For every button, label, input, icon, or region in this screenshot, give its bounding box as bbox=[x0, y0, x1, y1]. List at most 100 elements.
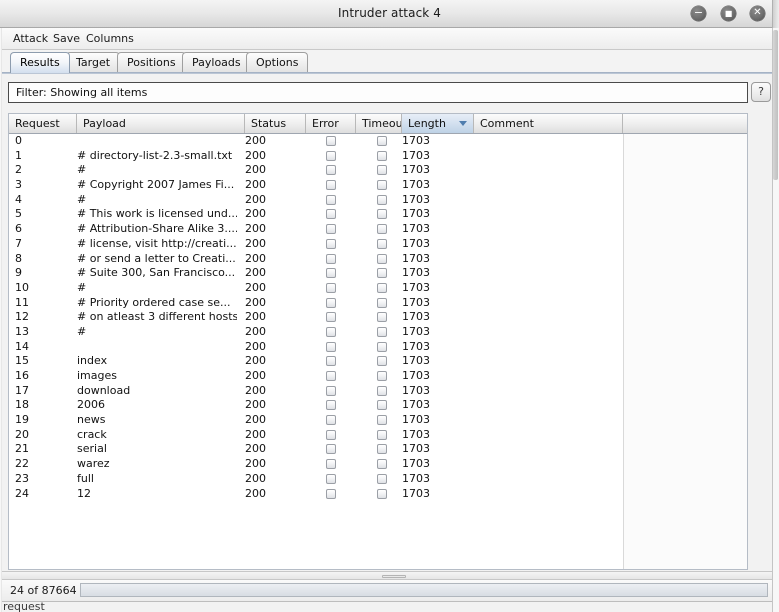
timeout-checkbox[interactable] bbox=[377, 238, 387, 249]
help-button[interactable]: ? bbox=[751, 82, 771, 102]
table-row[interactable]: 14 200 1703 bbox=[9, 339, 623, 355]
error-checkbox[interactable] bbox=[326, 356, 336, 367]
error-checkbox[interactable] bbox=[326, 238, 336, 249]
error-checkbox[interactable] bbox=[326, 371, 336, 381]
timeout-checkbox[interactable] bbox=[377, 253, 387, 264]
timeout-checkbox[interactable] bbox=[377, 415, 387, 426]
maximize-button[interactable]: ■ bbox=[721, 6, 736, 21]
error-checkbox[interactable] bbox=[326, 312, 336, 323]
table-row[interactable]: 12 # on atleast 3 different hosts 200 1703 bbox=[9, 310, 623, 325]
timeout-checkbox[interactable] bbox=[377, 371, 387, 381]
timeout-checkbox[interactable] bbox=[377, 165, 387, 176]
error-checkbox[interactable] bbox=[326, 444, 336, 455]
column-header-request[interactable]: Request bbox=[9, 114, 77, 133]
timeout-checkbox[interactable] bbox=[377, 429, 387, 440]
error-checkbox[interactable] bbox=[326, 180, 336, 191]
timeout-checkbox[interactable] bbox=[377, 268, 387, 279]
table-row[interactable]: 7 # license, visit http://creati... 200 170… bbox=[9, 236, 623, 252]
timeout-checkbox[interactable] bbox=[377, 488, 387, 499]
filter-bar[interactable]: Filter: Showing all items bbox=[8, 82, 748, 103]
table-row[interactable]: 23 full 200 1703 bbox=[9, 471, 623, 487]
minimize-button[interactable]: − bbox=[691, 6, 706, 21]
error-checkbox[interactable] bbox=[326, 326, 336, 337]
table-row[interactable]: 6 # Attribution-Share Alike 3.... 200 1703 bbox=[9, 222, 623, 237]
error-checkbox[interactable] bbox=[326, 224, 336, 235]
error-checkbox[interactable] bbox=[326, 150, 336, 161]
column-header-length[interactable]: Length bbox=[402, 114, 474, 133]
error-checkbox[interactable] bbox=[326, 253, 336, 264]
cell-comment bbox=[474, 310, 619, 325]
tab-results[interactable]: Results bbox=[10, 52, 70, 73]
table-row[interactable]: 2 #200 1703 bbox=[9, 163, 623, 179]
error-checkbox[interactable] bbox=[326, 488, 336, 499]
cell-comment bbox=[474, 296, 619, 311]
timeout-checkbox[interactable] bbox=[377, 224, 387, 235]
column-header-payload[interactable]: Payload bbox=[77, 114, 245, 133]
table-row[interactable]: 10 #200 1703 bbox=[9, 280, 623, 296]
timeout-checkbox[interactable] bbox=[377, 136, 387, 146]
table-row[interactable]: 20 crack 200 1703 bbox=[9, 427, 623, 443]
timeout-checkbox[interactable] bbox=[377, 444, 387, 455]
table-row[interactable]: 16 images 200 1703 bbox=[9, 369, 623, 384]
timeout-checkbox[interactable] bbox=[377, 282, 387, 293]
table-row[interactable]: 3 # Copyright 2007 James Fi... 200 1703 bbox=[9, 178, 623, 193]
table-row[interactable]: 8 # or send a letter to Creati... 200 1703 bbox=[9, 251, 623, 267]
error-checkbox[interactable] bbox=[326, 473, 336, 484]
error-checkbox[interactable] bbox=[326, 459, 336, 470]
tab-options[interactable]: Options bbox=[246, 52, 309, 73]
table-row[interactable]: 21 serial 200 1703 bbox=[9, 442, 623, 458]
error-checkbox[interactable] bbox=[326, 209, 336, 220]
timeout-checkbox[interactable] bbox=[377, 385, 387, 396]
timeout-checkbox[interactable] bbox=[377, 400, 387, 411]
timeout-checkbox[interactable] bbox=[377, 180, 387, 191]
timeout-checkbox[interactable] bbox=[377, 473, 387, 484]
table-row[interactable]: 11 # Priority ordered case se... 200 1703 bbox=[9, 295, 623, 311]
table-row[interactable]: 4 #200 1703 bbox=[9, 192, 623, 208]
table-row[interactable]: 1 # directory-list-2.3-small.txt 200 1703 bbox=[9, 148, 623, 164]
timeout-checkbox[interactable] bbox=[377, 297, 387, 308]
panel-splitter[interactable] bbox=[2, 571, 777, 580]
close-button[interactable]: ✕ bbox=[750, 6, 765, 21]
error-checkbox[interactable] bbox=[326, 136, 336, 146]
table-row[interactable]: 19 news 200 1703 bbox=[9, 413, 623, 428]
error-checkbox[interactable] bbox=[326, 165, 336, 176]
tab-payloads[interactable]: Payloads bbox=[182, 52, 251, 73]
table-row[interactable]: 5 # This work is licensed und... 200 1703 bbox=[9, 207, 623, 223]
error-checkbox[interactable] bbox=[326, 385, 336, 396]
error-checkbox[interactable] bbox=[326, 268, 336, 279]
menu-item-save[interactable]: Save bbox=[50, 31, 83, 47]
column-header-status[interactable]: Status bbox=[245, 114, 306, 133]
column-header-timeout[interactable]: Timeout bbox=[356, 114, 402, 133]
timeout-checkbox[interactable] bbox=[377, 341, 387, 352]
table-row[interactable]: 9 # Suite 300, San Francisco... 200 1703 bbox=[9, 266, 623, 281]
table-row[interactable]: 15 index 200 1703 bbox=[9, 354, 623, 369]
table-row[interactable]: 24 12 200 1703 bbox=[9, 486, 623, 502]
table-row[interactable]: 0 200 1703 bbox=[9, 134, 623, 149]
error-checkbox[interactable] bbox=[326, 429, 336, 440]
column-header-comment[interactable]: Comment bbox=[474, 114, 623, 133]
timeout-checkbox[interactable] bbox=[377, 459, 387, 470]
timeout-checkbox[interactable] bbox=[377, 356, 387, 367]
error-checkbox[interactable] bbox=[326, 400, 336, 411]
error-checkbox[interactable] bbox=[326, 297, 336, 308]
table-row[interactable]: 17 download 200 1703 bbox=[9, 383, 623, 399]
timeout-checkbox[interactable] bbox=[377, 209, 387, 220]
error-checkbox[interactable] bbox=[326, 415, 336, 426]
table-row[interactable]: 18 2006 200 1703 bbox=[9, 398, 623, 414]
timeout-checkbox[interactable] bbox=[377, 150, 387, 161]
outer-scrollbar-thumb[interactable] bbox=[773, 30, 778, 180]
tab-positions[interactable]: Positions bbox=[117, 52, 186, 73]
error-checkbox[interactable] bbox=[326, 341, 336, 352]
error-checkbox[interactable] bbox=[326, 282, 336, 293]
table-row[interactable]: 22 warez 200 1703 bbox=[9, 457, 623, 472]
menu-item-attack[interactable]: Attack bbox=[10, 31, 51, 47]
timeout-checkbox[interactable] bbox=[377, 326, 387, 337]
column-header-error[interactable]: Error bbox=[306, 114, 356, 133]
menu-item-columns[interactable]: Columns bbox=[83, 31, 137, 47]
error-checkbox[interactable] bbox=[326, 194, 336, 205]
timeout-checkbox[interactable] bbox=[377, 312, 387, 323]
table-row[interactable]: 13 #200 1703 bbox=[9, 324, 623, 340]
tab-target[interactable]: Target bbox=[66, 52, 121, 73]
timeout-checkbox[interactable] bbox=[377, 194, 387, 205]
splitter-grip-icon[interactable] bbox=[382, 575, 406, 578]
